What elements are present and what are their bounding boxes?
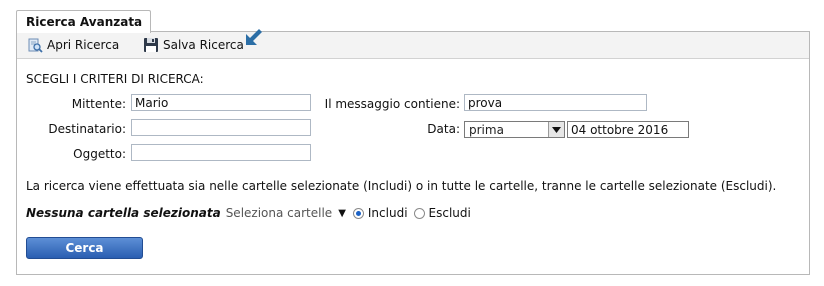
criteria-title: SCEGLI I CRITERI DI RICERCA:: [26, 72, 204, 86]
date-mode-select[interactable]: prima: [464, 121, 565, 138]
subject-label: Oggetto:: [73, 147, 126, 161]
toolbar: Apri Ricerca Salva Ricerca: [17, 29, 809, 59]
select-folders-link[interactable]: Seleziona cartelle: [226, 206, 333, 220]
tab-ricerca-avanzata[interactable]: Ricerca Avanzata: [16, 10, 151, 33]
sender-field[interactable]: [131, 94, 311, 111]
exclude-label: Escludi: [428, 206, 471, 220]
recipient-label: Destinatario:: [48, 122, 126, 136]
folder-selection-row: Nessuna cartella selezionata Seleziona c…: [26, 204, 477, 222]
include-label: Includi: [367, 206, 408, 220]
open-search-label: Apri Ricerca: [47, 38, 120, 52]
no-folder-selected-label: Nessuna cartella selezionata: [26, 206, 221, 220]
include-radio[interactable]: [352, 207, 364, 219]
subject-field[interactable]: [131, 144, 311, 161]
tab-label: Ricerca Avanzata: [26, 15, 143, 29]
save-search-button[interactable]: Salva Ricerca: [143, 37, 244, 53]
caret-down-icon[interactable]: ▼: [338, 208, 346, 219]
search-info-text: La ricerca viene effettuata sia nelle ca…: [26, 179, 777, 193]
exclude-radio[interactable]: [413, 207, 425, 219]
open-search-button[interactable]: Apri Ricerca: [27, 37, 119, 53]
date-label: Data:: [427, 122, 460, 136]
date-field[interactable]: [567, 121, 689, 138]
sender-label: Mittente:: [71, 97, 126, 111]
chevron-down-icon[interactable]: [548, 122, 564, 137]
floppy-disk-icon: [143, 37, 159, 53]
message-contains-label: Il messaggio contiene:: [324, 97, 460, 111]
open-search-icon: [27, 37, 43, 53]
search-panel: Apri Ricerca Salva Ricerca SCEGLI I CRIT…: [16, 29, 810, 275]
search-button[interactable]: Cerca: [26, 237, 143, 259]
save-search-label: Salva Ricerca: [163, 38, 244, 52]
date-mode-value: prima: [469, 123, 504, 137]
recipient-field[interactable]: [131, 119, 311, 136]
message-contains-field[interactable]: [464, 94, 647, 111]
arrow-pointer-icon: [243, 26, 265, 48]
